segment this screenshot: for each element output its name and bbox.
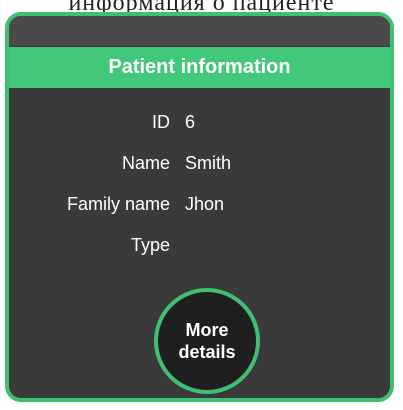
card-header: Patient information xyxy=(9,47,390,88)
field-value-id: 6 xyxy=(185,112,196,132)
field-label-family-name: Family name xyxy=(66,194,170,214)
patient-info-card: Patient information ID 6 Name Smith Fami… xyxy=(5,12,394,402)
card-top-strip xyxy=(9,16,390,46)
field-value-name: Smith xyxy=(185,153,232,173)
field-row-family-name: Family name Jhon xyxy=(9,188,390,229)
more-details-button[interactable]: More details xyxy=(154,288,260,394)
more-details-line1: More xyxy=(185,320,229,340)
field-label-id: ID xyxy=(152,112,170,132)
field-row-id: ID 6 xyxy=(9,106,390,147)
field-row-type: Type xyxy=(9,229,390,270)
card-title: Patient information xyxy=(108,56,291,78)
more-details-line2: details xyxy=(178,342,236,362)
field-label-name: Name xyxy=(121,153,170,173)
patient-fields: ID 6 Name Smith Family name Jhon Type xyxy=(9,106,390,270)
field-value-family-name: Jhon xyxy=(185,194,225,214)
field-row-name: Name Smith xyxy=(9,147,390,188)
field-label-type: Type xyxy=(130,235,170,255)
